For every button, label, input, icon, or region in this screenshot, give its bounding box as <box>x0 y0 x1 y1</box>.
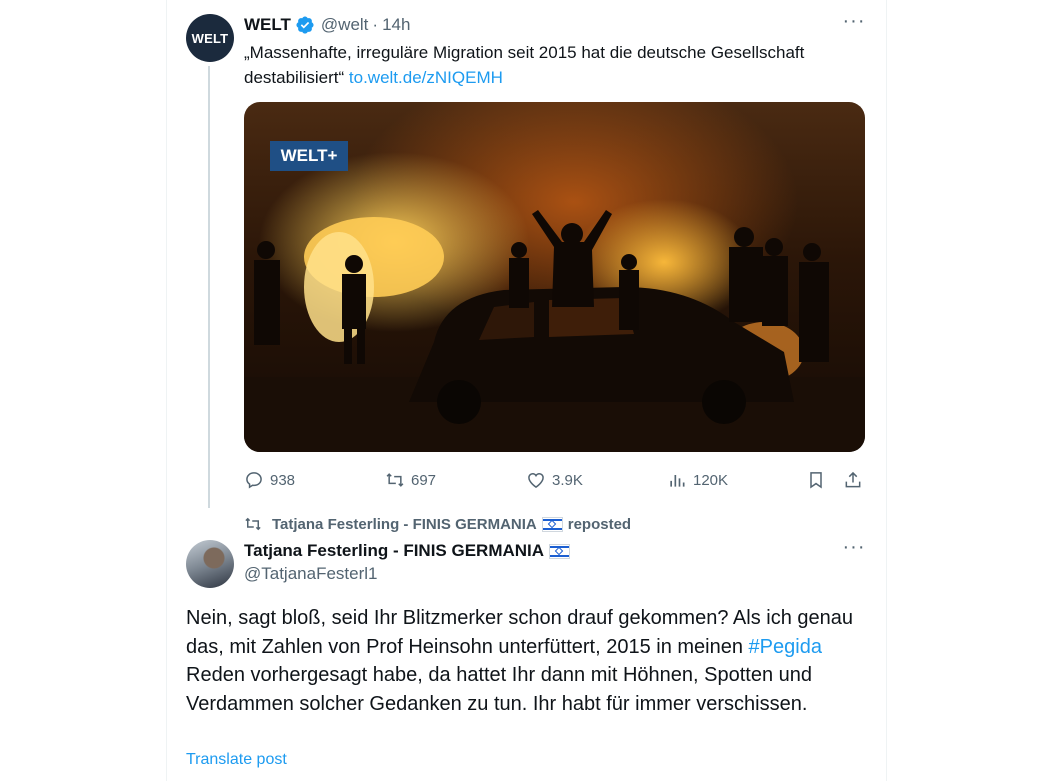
repost-notice: Tatjana Festerling - FINIS GERMANIA repo… <box>244 514 631 534</box>
more-options-icon[interactable]: ··· <box>840 11 868 36</box>
reply-author-header: Tatjana Festerling - FINIS GERMANIA <box>244 540 575 562</box>
heart-icon <box>528 472 544 488</box>
repost-count: 697 <box>411 471 437 489</box>
welt-avatar[interactable]: WELT <box>186 14 234 62</box>
reply-author-handle[interactable]: @TatjanaFesterl1 <box>244 564 378 584</box>
reply-text: Nein, sagt bloß, seid Ihr Blitzmerker sc… <box>186 604 866 718</box>
author-name[interactable]: WELT <box>244 15 291 35</box>
share-button[interactable] <box>843 468 869 492</box>
tweet-actions-bar: 938 697 3.9K 120K <box>244 468 869 492</box>
repost-label: reposted <box>567 515 632 533</box>
tweet-timestamp[interactable]: 14h <box>382 15 410 35</box>
bookmark-button[interactable] <box>806 468 832 492</box>
views-chart-icon <box>670 475 685 487</box>
israel-flag-icon <box>541 516 563 532</box>
repost-user[interactable]: Tatjana Festerling - FINIS GERMANIA <box>272 516 537 533</box>
tweet-media-image[interactable]: WELT+ <box>244 102 865 452</box>
views-count: 120K <box>693 471 729 489</box>
reply-button[interactable]: 938 <box>244 468 295 492</box>
reply-more-options-icon[interactable]: ··· <box>840 537 868 562</box>
tatjana-avatar[interactable] <box>186 540 234 588</box>
reply-author-name[interactable]: Tatjana Festerling - FINIS GERMANIA <box>244 541 544 561</box>
author-handle[interactable]: @welt <box>321 15 369 35</box>
tweet-link[interactable]: to.welt.de/zNIQEMH <box>349 68 503 87</box>
thread-connector-line <box>208 66 210 508</box>
israel-flag-icon <box>549 543 571 559</box>
repost-notice-icon <box>245 517 261 531</box>
reply-icon <box>246 472 262 489</box>
views-button[interactable]: 120K <box>667 468 728 492</box>
share-icon <box>845 471 861 488</box>
hashtag-link[interactable]: #Pegida <box>749 636 822 658</box>
translate-post-link[interactable]: Translate post <box>186 751 287 769</box>
tweet-body: „Massenhafte, irreguläre Migration seit … <box>244 43 805 87</box>
reply-text-part-2: Reden vorhergesagt habe, da hattet Ihr d… <box>186 664 812 715</box>
reply-count: 938 <box>270 471 296 489</box>
like-button[interactable]: 3.9K <box>526 468 583 492</box>
welt-plus-badge: WELT+ <box>270 141 348 171</box>
tweet-header: WELT @welt · 14h <box>244 14 410 36</box>
repost-icon <box>386 473 404 487</box>
bookmark-icon <box>810 472 822 489</box>
tweet-text: „Massenhafte, irreguläre Migration seit … <box>244 40 874 90</box>
verified-badge-icon <box>296 16 314 34</box>
repost-button[interactable]: 697 <box>385 468 436 492</box>
header-separator: · <box>372 15 379 34</box>
welt-avatar-text: WELT <box>191 30 229 46</box>
like-count: 3.9K <box>552 471 583 489</box>
